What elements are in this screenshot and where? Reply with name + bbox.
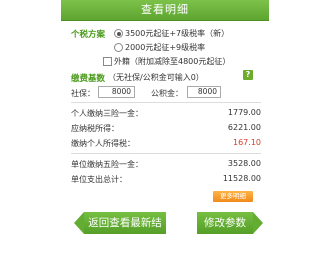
- unit-total-label: 单位支出总计：: [71, 175, 127, 184]
- edit-arrow-icon: [253, 212, 263, 234]
- personal-insurance-value: 1779.00: [227, 108, 261, 117]
- fund-label: 公积金：: [151, 89, 183, 98]
- base-label: 缴费基数: [71, 74, 106, 84]
- divider: [71, 102, 261, 103]
- edit-button-label[interactable]: 修改参数: [197, 212, 253, 234]
- foreign-checkbox[interactable]: [103, 57, 112, 66]
- social-label: 社保：: [71, 89, 95, 98]
- page-header: 查看明细: [61, 0, 269, 21]
- back-arrow-icon: [74, 212, 84, 234]
- more-details-button[interactable]: 更多明细: [213, 191, 253, 202]
- income-tax-label: 缴纳个人所得税：: [71, 139, 135, 148]
- divider: [71, 153, 261, 154]
- tax-option-new-radio[interactable]: [114, 29, 123, 38]
- unit-insurance-label: 单位缴纳五险一金：: [71, 160, 143, 169]
- tax-option-old-label[interactable]: 2000元起征+9级税率: [125, 42, 205, 53]
- unit-insurance-value: 3528.00: [227, 159, 261, 168]
- details-panel: 个税方案 3500元起征+7级税率（新） 2000元起征+9级税率 外籍（附加减…: [71, 22, 261, 208]
- base-hint: （无社保/公积金可输入0）: [108, 73, 204, 82]
- income-tax-value: 167.10: [233, 138, 261, 147]
- tax-option-new-label[interactable]: 3500元起征+7级税率（新）: [125, 28, 229, 39]
- social-input[interactable]: 8000: [98, 86, 135, 98]
- personal-insurance-label: 个人缴纳三险一金：: [71, 109, 143, 118]
- tax-scheme-label: 个税方案: [71, 30, 106, 40]
- page-title: 查看明细: [141, 3, 189, 16]
- taxable-income-label: 应纳税所得：: [71, 124, 119, 133]
- help-icon[interactable]: ?: [243, 70, 253, 80]
- taxable-income-value: 6221.00: [227, 123, 261, 132]
- back-button-label[interactable]: 返回查看最新结果: [84, 212, 166, 251]
- unit-total-value: 11528.00: [222, 174, 261, 183]
- foreign-label[interactable]: 外籍（附加减除至4800元起征）: [114, 56, 230, 67]
- tax-option-old-radio[interactable]: [114, 43, 123, 52]
- fund-input[interactable]: 8000: [187, 86, 221, 98]
